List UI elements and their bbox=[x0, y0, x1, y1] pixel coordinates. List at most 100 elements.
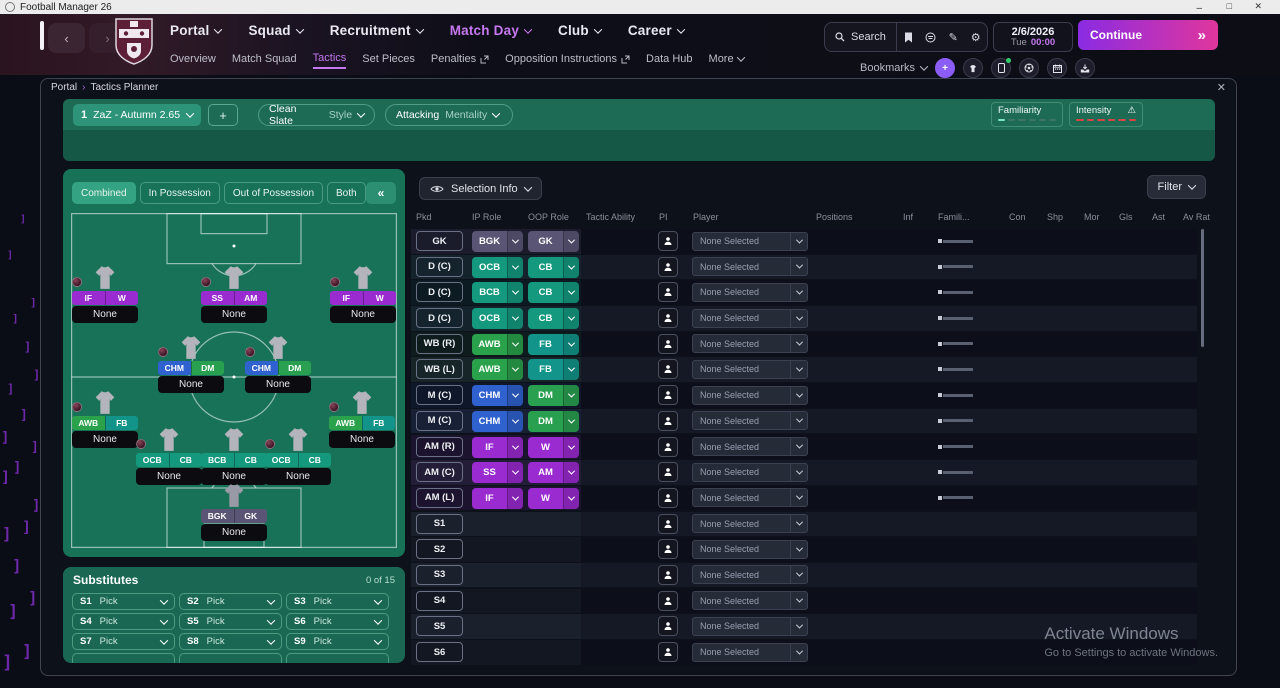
player-name-label[interactable]: None bbox=[265, 468, 331, 485]
player-name-label[interactable]: None bbox=[245, 376, 311, 393]
ball-icon[interactable] bbox=[1019, 58, 1040, 78]
picked-position[interactable]: AM (R) bbox=[416, 436, 463, 457]
oop-role-badge[interactable]: CB bbox=[233, 453, 267, 467]
player-select[interactable]: None Selected bbox=[692, 334, 808, 354]
pitch-player-mcr[interactable]: CHM DM None bbox=[243, 334, 313, 393]
oop-role-select[interactable]: FB bbox=[528, 359, 579, 381]
oop-role-badge[interactable]: FB bbox=[361, 416, 395, 430]
col-mor[interactable]: Mor bbox=[1084, 212, 1100, 222]
player-name-label[interactable]: None bbox=[136, 468, 202, 485]
notifications-icon[interactable]: + bbox=[935, 58, 956, 78]
player-select[interactable]: None Selected bbox=[692, 462, 808, 482]
ip-role-badge[interactable]: OCB bbox=[136, 453, 169, 467]
ip-role-badge[interactable]: CHM bbox=[245, 361, 278, 375]
picked-position[interactable]: D (C) bbox=[416, 282, 463, 303]
assistant-icon[interactable] bbox=[919, 23, 942, 51]
tab-overview[interactable]: Overview bbox=[170, 53, 216, 68]
club-crest[interactable] bbox=[113, 17, 155, 65]
player-instructions-button[interactable] bbox=[658, 282, 678, 303]
col-ast[interactable]: Ast bbox=[1152, 212, 1165, 222]
player-instructions-button[interactable] bbox=[658, 564, 678, 585]
ip-role-select[interactable]: IF bbox=[472, 487, 523, 509]
col-gls[interactable]: Gls bbox=[1119, 212, 1133, 222]
player-name-label[interactable]: None bbox=[330, 306, 396, 323]
player-name-label[interactable]: None bbox=[201, 306, 267, 323]
mentality-select[interactable]: Attacking Mentality bbox=[385, 104, 513, 126]
oop-role-badge[interactable]: AM bbox=[233, 291, 267, 305]
player-name-label[interactable]: None bbox=[201, 524, 267, 541]
player-select[interactable]: None Selected bbox=[692, 411, 808, 431]
back-button[interactable]: ‹ bbox=[48, 23, 85, 53]
picked-position[interactable]: S2 bbox=[416, 539, 463, 560]
substitute-slot-s1[interactable]: S1 Pick bbox=[72, 593, 175, 610]
pitch-player-gk[interactable]: BGK GK None bbox=[199, 482, 269, 541]
picked-position[interactable]: AM (C) bbox=[416, 462, 463, 483]
col-familiarity[interactable]: Famili... bbox=[938, 212, 970, 222]
ip-role-select[interactable]: OCB bbox=[472, 308, 523, 330]
ip-role-badge[interactable]: BGK bbox=[201, 509, 234, 523]
ip-role-select[interactable]: OCB bbox=[472, 256, 523, 278]
player-select[interactable]: None Selected bbox=[692, 385, 808, 405]
pitch-player-aml[interactable]: IF W None bbox=[70, 264, 140, 323]
player-instructions-button[interactable] bbox=[658, 462, 678, 483]
col-shp[interactable]: Shp bbox=[1047, 212, 1063, 222]
col-con[interactable]: Con bbox=[1009, 212, 1026, 222]
ip-role-badge[interactable]: OCB bbox=[265, 453, 298, 467]
menu-career[interactable]: Career bbox=[628, 23, 686, 38]
substitute-slot-s6[interactable]: S6 Pick bbox=[286, 613, 389, 630]
selection-info-dropdown[interactable]: Selection Info bbox=[419, 177, 542, 200]
picked-position[interactable]: S1 bbox=[416, 513, 463, 534]
mode-in-possession[interactable]: In Possession bbox=[139, 182, 220, 204]
substitute-slot-s5[interactable]: S5 Pick bbox=[179, 613, 282, 630]
mode-both[interactable]: Both bbox=[327, 182, 366, 204]
player-instructions-button[interactable] bbox=[658, 359, 678, 380]
panel-close-icon[interactable]: ✕ bbox=[1217, 81, 1226, 94]
pitch-player-dc[interactable]: BCB CB None bbox=[199, 426, 269, 485]
filter-button[interactable]: Filter bbox=[1146, 175, 1206, 199]
menu-portal[interactable]: Portal bbox=[170, 23, 223, 38]
maximize-button[interactable]: □ bbox=[1227, 1, 1232, 11]
player-instructions-button[interactable] bbox=[658, 385, 678, 406]
pitch-player-dcl[interactable]: OCB CB None bbox=[134, 426, 204, 485]
oop-role-badge[interactable]: CB bbox=[297, 453, 331, 467]
tab-more[interactable]: More bbox=[709, 53, 745, 68]
oop-role-select[interactable]: AM bbox=[528, 462, 579, 484]
player-name-label[interactable]: None bbox=[329, 431, 395, 448]
substitute-slot-s8[interactable]: S8 Pick bbox=[179, 633, 282, 650]
bookmarks-dropdown[interactable]: Bookmarks bbox=[860, 62, 929, 74]
player-instructions-button[interactable] bbox=[658, 410, 678, 431]
style-select[interactable]: Clean Slate Style bbox=[258, 103, 375, 127]
oop-role-select[interactable]: CB bbox=[528, 308, 579, 330]
oop-role-badge[interactable]: FB bbox=[104, 416, 138, 430]
edit-icon[interactable]: ✎ bbox=[942, 23, 965, 51]
oop-role-badge[interactable]: DM bbox=[190, 361, 224, 375]
ip-role-badge[interactable]: BCB bbox=[201, 453, 234, 467]
player-select[interactable]: None Selected bbox=[692, 308, 808, 328]
kit-shirt-icon[interactable] bbox=[963, 58, 984, 78]
oop-role-select[interactable]: DM bbox=[528, 410, 579, 432]
col-pkd[interactable]: Pkd bbox=[416, 212, 432, 222]
col-positions[interactable]: Positions bbox=[816, 212, 853, 222]
ip-role-select[interactable]: CHM bbox=[472, 385, 523, 407]
substitute-slot-s7[interactable]: S7 Pick bbox=[72, 633, 175, 650]
breadcrumb-portal[interactable]: Portal bbox=[51, 82, 77, 93]
col-tactic-ability[interactable]: Tactic Ability bbox=[586, 212, 635, 222]
ip-role-select[interactable]: AWB bbox=[472, 359, 523, 381]
picked-position[interactable]: S4 bbox=[416, 590, 463, 611]
pitch-player-wbr[interactable]: AWB FB None bbox=[327, 389, 397, 448]
player-select[interactable]: None Selected bbox=[692, 437, 808, 456]
ip-role-select[interactable]: CHM bbox=[472, 410, 523, 432]
player-select[interactable]: None Selected bbox=[692, 616, 808, 636]
picked-position[interactable]: D (C) bbox=[416, 256, 463, 277]
picked-position[interactable]: S6 bbox=[416, 642, 463, 662]
substitute-slot-partial[interactable] bbox=[72, 653, 175, 663]
pitch-player-mcl[interactable]: CHM DM None bbox=[156, 334, 226, 393]
player-instructions-button[interactable] bbox=[658, 333, 678, 354]
player-instructions-button[interactable] bbox=[658, 256, 678, 277]
oop-role-badge[interactable]: W bbox=[362, 291, 396, 305]
continue-button[interactable]: Continue » bbox=[1078, 20, 1218, 50]
ip-role-select[interactable]: BCB bbox=[472, 282, 523, 304]
player-instructions-button[interactable] bbox=[658, 231, 678, 251]
col-inf[interactable]: Inf bbox=[903, 212, 913, 222]
menu-recruitment[interactable]: Recruitment bbox=[330, 23, 424, 38]
